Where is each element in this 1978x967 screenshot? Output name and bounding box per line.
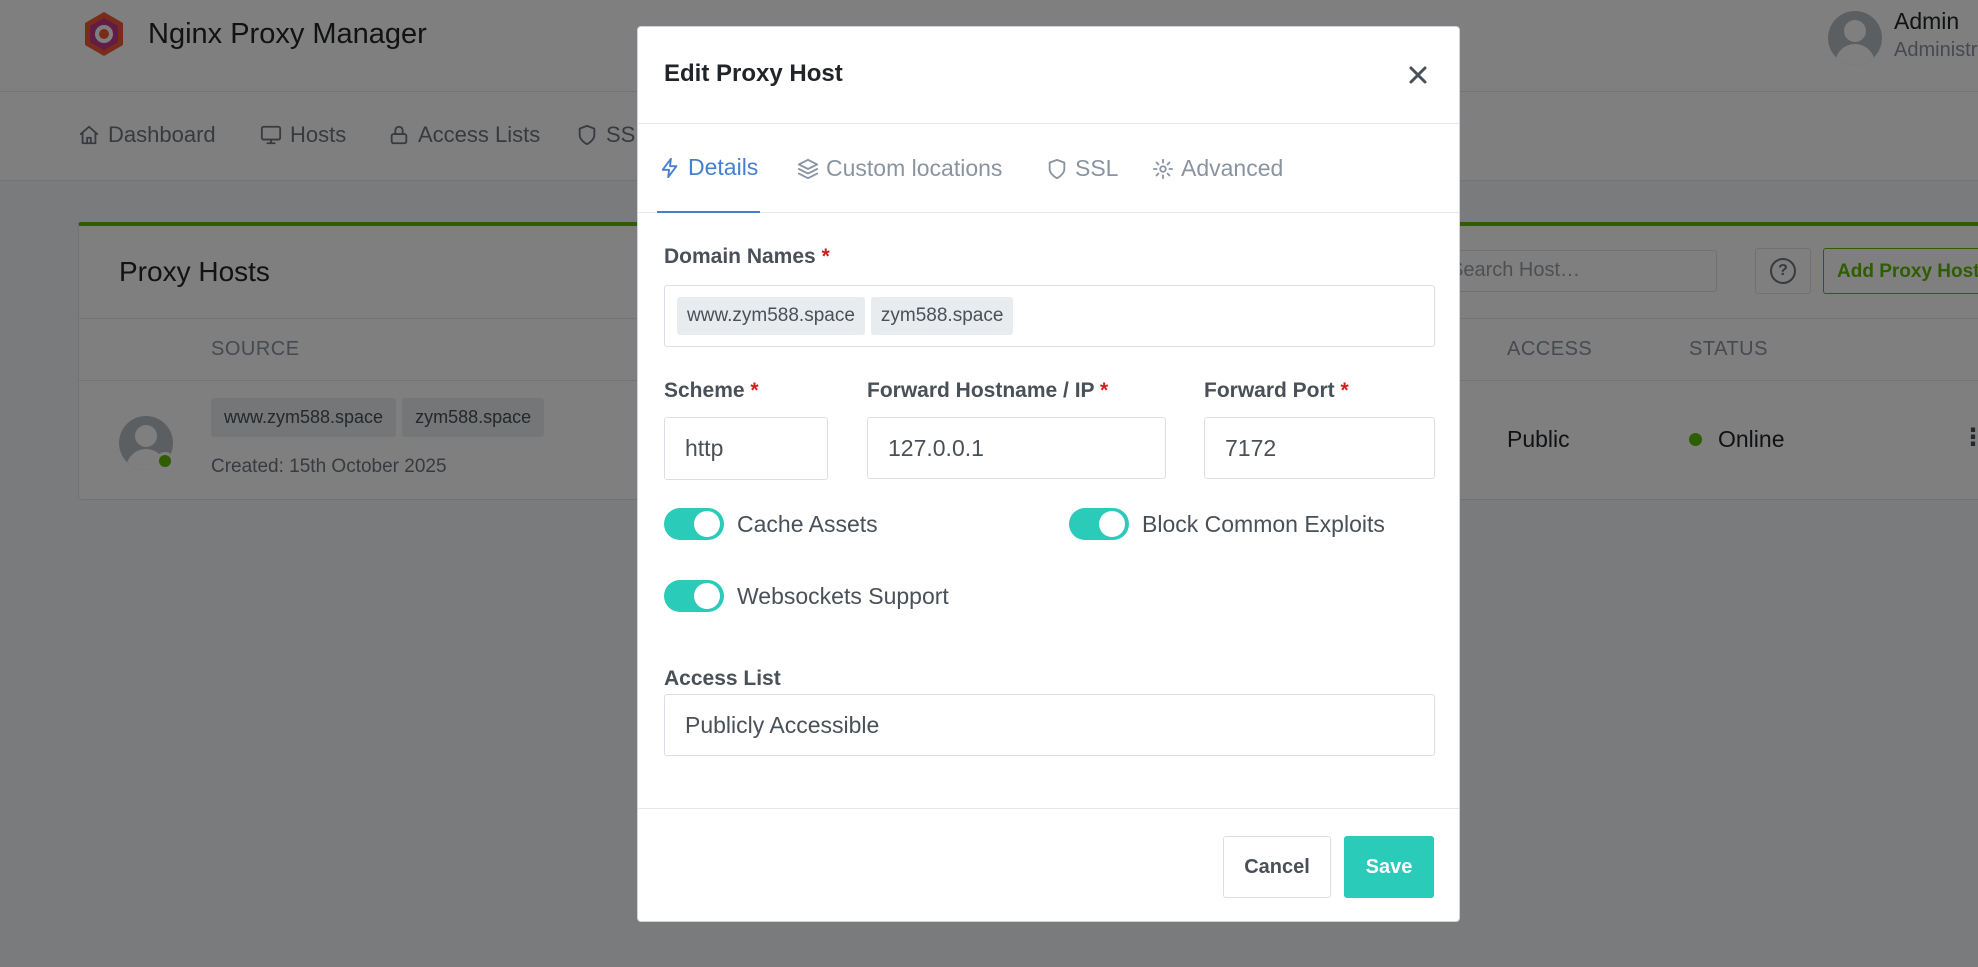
scheme-label: Scheme * xyxy=(664,379,759,402)
modal-header: Edit Proxy Host xyxy=(638,27,1459,124)
modal-tabs: Details Custom locations SSL Advanced xyxy=(638,124,1459,213)
toggle-label: Block Common Exploits xyxy=(1142,510,1385,537)
forward-port-input[interactable]: 7172 xyxy=(1204,417,1435,479)
tab-label: Custom locations xyxy=(826,155,1003,181)
forward-port-label: Forward Port * xyxy=(1204,379,1349,402)
tab-ssl[interactable]: SSL xyxy=(1046,124,1118,213)
modal-title: Edit Proxy Host xyxy=(664,60,843,87)
access-list-select[interactable]: Publicly Accessible xyxy=(664,694,1435,756)
toggle-label: Cache Assets xyxy=(737,510,878,537)
toggle-switch[interactable] xyxy=(664,580,724,612)
access-list-label: Access List xyxy=(664,667,781,690)
tab-label: Details xyxy=(688,154,759,180)
save-button[interactable]: Save xyxy=(1344,836,1434,898)
toggle-switch[interactable] xyxy=(1069,508,1129,540)
block-exploits-toggle[interactable]: Block Common Exploits xyxy=(1069,508,1385,540)
forward-host-label: Forward Hostname / IP * xyxy=(867,379,1109,402)
domain-chip[interactable]: www.zym588.space xyxy=(677,297,865,335)
cancel-button[interactable]: Cancel xyxy=(1223,836,1331,898)
gear-icon xyxy=(1152,158,1174,179)
scheme-input[interactable]: http xyxy=(664,417,828,480)
tab-details[interactable]: Details xyxy=(657,124,761,213)
shield-icon xyxy=(1048,158,1066,179)
modal-footer: Cancel Save xyxy=(638,808,1459,921)
toggle-label: Websockets Support xyxy=(737,582,949,609)
domain-names-label: Domain Names * xyxy=(664,245,830,268)
tab-advanced[interactable]: Advanced xyxy=(1152,124,1283,213)
tab-custom-locations[interactable]: Custom locations xyxy=(797,124,1002,213)
close-icon xyxy=(1409,66,1427,84)
tab-label: SSL xyxy=(1075,155,1119,181)
websockets-toggle[interactable]: Websockets Support xyxy=(664,580,949,612)
domain-chip[interactable]: zym588.space xyxy=(870,297,1014,335)
tab-label: Advanced xyxy=(1181,155,1284,181)
bolt-icon xyxy=(661,157,678,178)
domain-names-input[interactable]: www.zym588.space zym588.space xyxy=(664,285,1435,347)
layers-icon xyxy=(797,158,819,179)
close-button[interactable] xyxy=(1400,57,1436,93)
toggle-switch[interactable] xyxy=(664,508,724,540)
edit-proxy-host-modal: Edit Proxy Host Details Custom locations… xyxy=(637,26,1460,922)
forward-host-input[interactable]: 127.0.0.1 xyxy=(867,417,1166,479)
cache-assets-toggle[interactable]: Cache Assets xyxy=(664,508,878,540)
